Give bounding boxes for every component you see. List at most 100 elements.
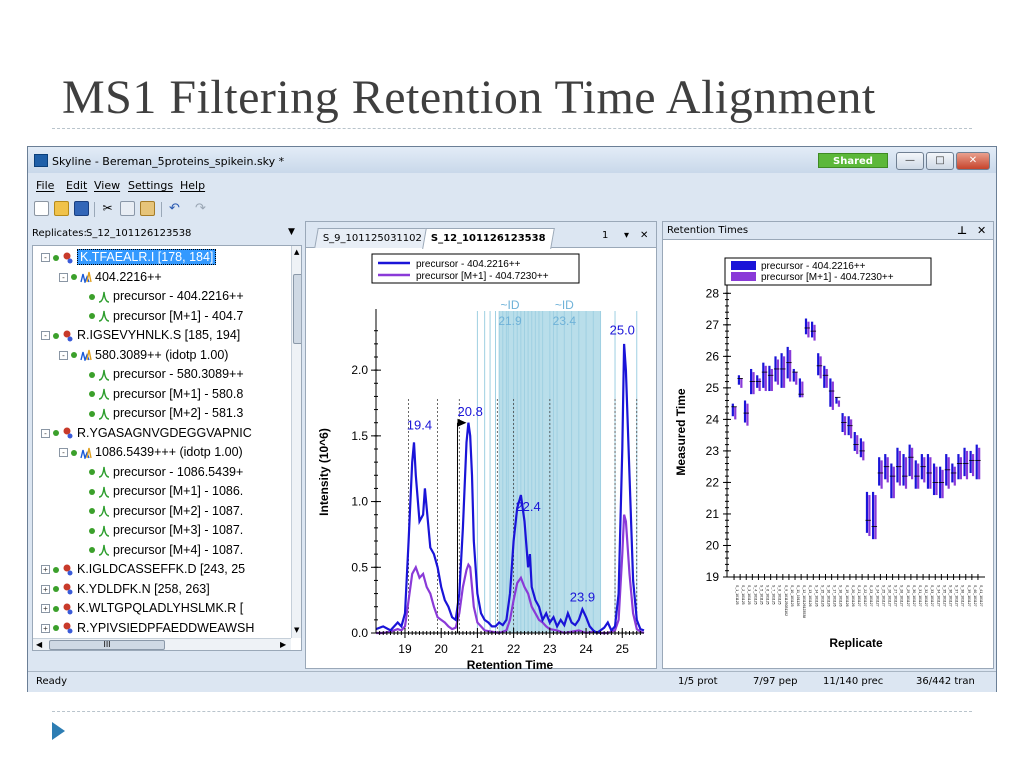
- tree-row[interactable]: precursor - 580.3089++: [77, 365, 244, 383]
- rt-box-1: [843, 416, 847, 436]
- tab-s12-replicate[interactable]: S_12_101126123538: [422, 228, 555, 249]
- expand-icon[interactable]: +: [41, 623, 50, 633]
- menu-edit[interactable]: Edit: [66, 179, 87, 192]
- minimize-button[interactable]: —: [896, 152, 924, 170]
- rt-box-0: [853, 432, 856, 451]
- tree-row[interactable]: - 580.3089++ (idotp 1.00): [59, 346, 228, 364]
- shared-badge: Shared: [818, 153, 888, 168]
- paste-icon[interactable]: [140, 201, 155, 216]
- tree-row[interactable]: precursor [M+3] - 1087.: [77, 521, 243, 539]
- transition-peak-icon: [98, 525, 110, 537]
- rt-y-tick-label: 27: [706, 318, 720, 332]
- expand-icon[interactable]: +: [41, 604, 50, 614]
- close-window-button[interactable]: ✕: [956, 152, 990, 170]
- rt-y-tick-label: 22: [706, 475, 720, 489]
- tree-row[interactable]: - K.TFAEALR.I [178, 184]: [41, 248, 217, 266]
- tree-row[interactable]: + K.IGLDCASSEFFK.D [243, 25: [41, 560, 245, 578]
- tree-vscroll-thumb[interactable]: [293, 274, 301, 344]
- close-pane-icon[interactable]: ✕: [977, 224, 986, 237]
- rt-y-axis-label: Measured Time: [674, 388, 688, 475]
- rt-x-tick-label: S_36_101127: [948, 585, 952, 607]
- status-dot-icon: [89, 508, 95, 515]
- title-bar[interactable]: Skyline - Bereman_5proteins_spikein.sky …: [28, 147, 996, 173]
- rt-box-1: [971, 454, 975, 477]
- menu-help[interactable]: Help: [180, 179, 205, 192]
- open-folder-icon[interactable]: [54, 201, 69, 216]
- tree-row-label: 1086.5439+++ (idotp 1.00): [95, 445, 243, 459]
- scroll-right-icon[interactable]: ▶: [280, 640, 286, 649]
- tree-row[interactable]: precursor [M+2] - 581.3: [77, 404, 243, 422]
- scroll-up-icon[interactable]: ▲: [294, 248, 299, 256]
- rt-x-tick-label: S_30_101127: [912, 585, 916, 607]
- save-icon[interactable]: [74, 201, 89, 216]
- tree-row[interactable]: + K.WLTGPQLADLYHSLMK.R [: [41, 599, 243, 617]
- menu-view[interactable]: View: [94, 179, 120, 192]
- undo-icon[interactable]: ↶: [167, 201, 182, 216]
- maximize-button[interactable]: □: [926, 152, 954, 170]
- peak-label: 25.0: [610, 323, 635, 338]
- rt-x-tick-label: S_4_101125: [753, 585, 757, 605]
- retention-times-chart[interactable]: 19 20 21 22 23 24 25 26 27 28 S_1_101125 S_2_101125…: [663, 241, 993, 669]
- status-bar: Ready 1/5 prot 7/97 pep 11/140 prec 36/4…: [28, 671, 996, 692]
- expand-icon[interactable]: +: [41, 584, 50, 594]
- scroll-left-icon[interactable]: ◀: [36, 640, 42, 649]
- rt-box-1: [935, 466, 938, 496]
- collapse-icon[interactable]: -: [41, 428, 50, 438]
- replicates-selector[interactable]: Replicates: S_12_101126123538 ▼: [32, 225, 298, 243]
- peptide-icon: [63, 622, 73, 634]
- tree-horizontal-scrollbar[interactable]: ◀ III ▶: [33, 638, 291, 650]
- rt-box-0: [823, 365, 826, 388]
- tree-row[interactable]: + K.YDLDFK.N [258, 263]: [41, 580, 210, 598]
- tree-row-label: precursor [M+3] - 1087.: [113, 523, 244, 537]
- menu-settings[interactable]: Settings: [128, 179, 173, 192]
- collapse-icon[interactable]: -: [59, 272, 68, 282]
- rt-box-0: [792, 368, 795, 382]
- new-document-icon[interactable]: [34, 201, 49, 216]
- tree-row[interactable]: precursor - 404.2216++: [77, 287, 244, 305]
- retention-times-pane: Retention Times ⊥ ✕ 19 20 21 22 23 24 25 26 27 28…: [662, 221, 994, 669]
- tab-s9-replicate[interactable]: S_9_101125031102: [314, 228, 431, 248]
- peptide-icon: [63, 427, 73, 439]
- status-dot-icon: [89, 293, 95, 300]
- status-dot-icon: [71, 274, 77, 281]
- tree-row-label: R.IGSEVYHNLK.S [185, 194]: [77, 328, 241, 342]
- tree-row[interactable]: precursor [M+2] - 1087.: [77, 502, 243, 520]
- expand-icon[interactable]: +: [41, 565, 50, 575]
- tree-row[interactable]: - 1086.5439+++ (idotp 1.00): [59, 443, 243, 461]
- collapse-icon[interactable]: -: [59, 448, 68, 458]
- rt-x-tick-label: S_35_101127: [942, 585, 946, 607]
- rt-y-tick-label: 24: [706, 412, 720, 426]
- tree-row[interactable]: - R.IGSEVYHNLK.S [185, 194]: [41, 326, 240, 344]
- rt-box-1: [837, 400, 841, 407]
- tree-row[interactable]: precursor [M+1] - 580.8: [77, 385, 243, 403]
- tree-row-label: precursor - 1086.5439+: [113, 464, 244, 479]
- tree-row[interactable]: precursor [M+1] - 1086.: [77, 482, 243, 500]
- collapse-icon[interactable]: -: [41, 253, 50, 263]
- collapse-icon[interactable]: -: [59, 350, 68, 360]
- cut-icon[interactable]: ✂: [100, 201, 115, 216]
- rt-box-0: [859, 438, 862, 458]
- tree-row[interactable]: precursor [M+1] - 404.7: [77, 307, 243, 325]
- chromatogram-chart[interactable]: ~ID 21.9 ~ID 23.4 19.4 20.8 22.4 23.9 25.0 0.0 0.5…: [306, 249, 658, 669]
- tree-row[interactable]: precursor - 1086.5439+: [77, 463, 243, 481]
- tree-row[interactable]: precursor [M+4] - 1087.: [77, 541, 243, 559]
- peptide-tree[interactable]: - K.TFAEALR.I [178, 184] -404.2216++ precur…: [32, 245, 302, 651]
- tree-row[interactable]: - R.YGASAGNVGDEGGVAPNIC: [41, 424, 252, 442]
- close-tab-icon[interactable]: ✕: [640, 230, 648, 241]
- rt-x-tick-label: S_38_101127: [961, 585, 965, 607]
- scroll-down-icon[interactable]: ▼: [294, 626, 299, 634]
- collapse-icon[interactable]: -: [41, 331, 50, 341]
- tree-row[interactable]: + R.YPIVSIEDPFAEDDWEAWSH: [41, 619, 254, 637]
- chevron-down-icon[interactable]: ▼: [288, 227, 295, 237]
- redo-icon[interactable]: ↷: [193, 201, 208, 216]
- tree-hscroll-thumb[interactable]: III: [49, 640, 165, 650]
- tree-vertical-scrollbar[interactable]: ▲ ▼: [291, 246, 301, 638]
- rt-box-1: [752, 372, 755, 395]
- copy-icon[interactable]: [120, 201, 135, 216]
- menu-file[interactable]: File: [36, 179, 54, 192]
- status-transition-count: 36/442 tran: [916, 676, 975, 687]
- pin-icon[interactable]: ⊥: [957, 224, 967, 237]
- status-peptide-count: 7/97 pep: [753, 676, 798, 687]
- tab-list-dropdown-icon[interactable]: ▾: [624, 230, 629, 241]
- tree-row[interactable]: - 404.2216++: [59, 268, 162, 286]
